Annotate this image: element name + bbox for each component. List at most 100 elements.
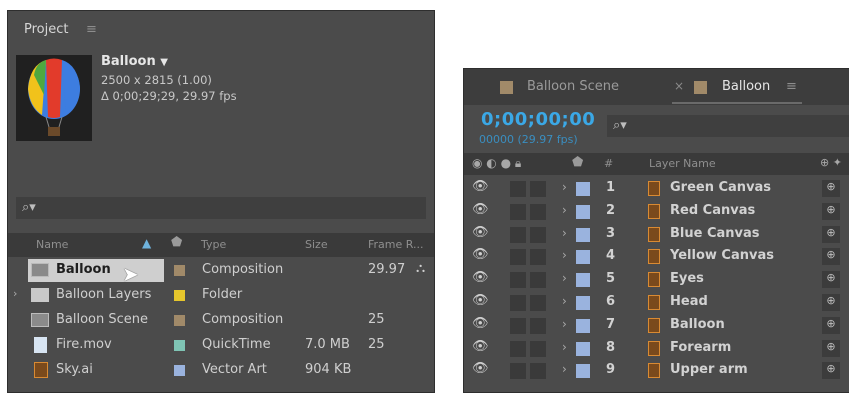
column-frame-rate[interactable]: Frame R... bbox=[368, 238, 424, 251]
shy-switch-icon[interactable]: ⊕ bbox=[822, 362, 840, 380]
shy-switch-icon[interactable]: ⊕ bbox=[822, 316, 840, 334]
layer-name[interactable]: Forearm bbox=[670, 340, 731, 355]
layer-label-color[interactable] bbox=[576, 250, 590, 265]
solo-switch[interactable] bbox=[510, 249, 526, 266]
eye-visibility-icon[interactable]: 👁︎ bbox=[472, 339, 489, 354]
item-label[interactable] bbox=[174, 340, 185, 351]
panel-title[interactable]: Project bbox=[24, 22, 68, 37]
layer-row[interactable]: 👁︎ › 6 Head ⊕ bbox=[464, 291, 849, 314]
expand-arrow-icon[interactable]: › bbox=[562, 271, 567, 285]
project-item-row[interactable]: Balloon Composition 29.97 ⛬ ➤ bbox=[8, 258, 434, 286]
item-label[interactable] bbox=[174, 315, 185, 326]
expand-arrow-icon[interactable]: › bbox=[562, 248, 567, 262]
timeline-search-input[interactable]: ⌕▾ bbox=[607, 115, 849, 137]
lock-switch[interactable] bbox=[530, 226, 546, 243]
expand-arrow-icon[interactable]: › bbox=[13, 287, 17, 300]
project-item-row[interactable]: Balloon Scene Composition 25 bbox=[8, 308, 434, 333]
solo-switch[interactable] bbox=[510, 340, 526, 357]
av-switches-icon[interactable]: ◉ ◐ ● 🔒︎ bbox=[472, 156, 521, 171]
lock-switch[interactable] bbox=[530, 249, 546, 266]
layer-row[interactable]: 👁︎ › 5 Eyes ⊕ bbox=[464, 268, 849, 291]
column-number[interactable]: # bbox=[604, 157, 613, 170]
solo-switch[interactable] bbox=[510, 203, 526, 220]
layer-row[interactable]: 👁︎ › 4 Yellow Canvas ⊕ bbox=[464, 245, 849, 268]
expand-arrow-icon[interactable]: › bbox=[562, 226, 567, 240]
lock-switch[interactable] bbox=[530, 317, 546, 334]
lock-switch[interactable] bbox=[530, 295, 546, 311]
layer-name[interactable]: Balloon bbox=[670, 317, 725, 332]
eye-visibility-icon[interactable]: 👁︎ bbox=[472, 225, 489, 240]
dropdown-arrow-icon[interactable]: ▼ bbox=[160, 57, 168, 68]
label-tag-icon[interactable]: ⬟ bbox=[572, 155, 583, 170]
layer-label-color[interactable] bbox=[576, 296, 590, 310]
shy-switch-icon[interactable]: ⊕ bbox=[822, 339, 840, 357]
item-label[interactable] bbox=[174, 265, 185, 276]
shy-switch-icon[interactable]: ⊕ bbox=[822, 248, 840, 266]
solo-switch[interactable] bbox=[510, 317, 526, 334]
layer-label-color[interactable] bbox=[576, 318, 590, 333]
solo-switch[interactable] bbox=[510, 272, 526, 289]
close-tab-icon[interactable]: × bbox=[674, 79, 684, 93]
expand-arrow-icon[interactable]: › bbox=[562, 203, 567, 217]
column-name[interactable]: Name bbox=[36, 238, 68, 251]
eye-visibility-icon[interactable]: 👁︎ bbox=[472, 270, 489, 285]
project-item-row[interactable]: Fire.mov QuickTime 7.0 MB 25 bbox=[8, 333, 434, 358]
layer-row[interactable]: 👁︎ › 8 Forearm ⊕ bbox=[464, 337, 849, 360]
project-search-input[interactable]: ⌕▾ bbox=[16, 197, 426, 219]
expand-arrow-icon[interactable]: › bbox=[562, 340, 567, 354]
eye-visibility-icon[interactable]: 👁︎ bbox=[472, 247, 489, 262]
lock-switch[interactable] bbox=[530, 181, 546, 197]
solo-switch[interactable] bbox=[510, 181, 526, 197]
layer-label-color[interactable] bbox=[576, 364, 590, 379]
solo-switch[interactable] bbox=[510, 295, 526, 311]
project-item-row[interactable]: Sky.ai Vector Art 904 KB bbox=[8, 358, 434, 383]
lock-switch[interactable] bbox=[530, 340, 546, 357]
layer-name[interactable]: Head bbox=[670, 294, 708, 309]
layer-row[interactable]: 👁︎ › 3 Blue Canvas ⊕ bbox=[464, 223, 849, 246]
flowchart-icon[interactable]: ⛬ bbox=[416, 261, 425, 276]
layer-label-color[interactable] bbox=[576, 227, 590, 242]
panel-menu-icon[interactable]: ≡ bbox=[786, 79, 797, 94]
expand-arrow-icon[interactable]: › bbox=[562, 362, 567, 376]
switches-icon[interactable]: ⊕ ✦ bbox=[820, 156, 842, 169]
project-item-row[interactable]: › Balloon Layers Folder bbox=[8, 283, 434, 308]
expand-arrow-icon[interactable]: › bbox=[562, 294, 567, 308]
eye-visibility-icon[interactable]: 👁︎ bbox=[472, 316, 489, 331]
layer-name[interactable]: Eyes bbox=[670, 271, 704, 286]
layer-name[interactable]: Yellow Canvas bbox=[670, 248, 774, 263]
shy-switch-icon[interactable]: ⊕ bbox=[822, 294, 840, 311]
shy-switch-icon[interactable]: ⊕ bbox=[822, 225, 840, 243]
sort-arrow-icon[interactable]: ▲ bbox=[142, 236, 151, 250]
tab-balloon-scene[interactable]: Balloon Scene bbox=[527, 79, 619, 94]
column-layer-name[interactable]: Layer Name bbox=[649, 157, 716, 170]
eye-visibility-icon[interactable]: 👁︎ bbox=[472, 179, 489, 194]
layer-label-color[interactable] bbox=[576, 341, 590, 356]
layer-row[interactable]: 👁︎ › 1 Green Canvas ⊕ bbox=[464, 177, 849, 200]
layer-row[interactable]: 👁︎ › 7 Balloon ⊕ bbox=[464, 314, 849, 337]
eye-visibility-icon[interactable]: 👁︎ bbox=[472, 293, 489, 308]
solo-switch[interactable] bbox=[510, 226, 526, 243]
label-tag-icon[interactable]: ⬟ bbox=[171, 235, 182, 250]
eye-visibility-icon[interactable]: 👁︎ bbox=[472, 361, 489, 376]
shy-switch-icon[interactable]: ⊕ bbox=[822, 180, 840, 197]
eye-visibility-icon[interactable]: 👁︎ bbox=[472, 202, 489, 217]
layer-name[interactable]: Red Canvas bbox=[670, 203, 755, 218]
column-type[interactable]: Type bbox=[201, 238, 226, 251]
shy-switch-icon[interactable]: ⊕ bbox=[822, 271, 840, 289]
expand-arrow-icon[interactable]: › bbox=[562, 317, 567, 331]
layer-name[interactable]: Blue Canvas bbox=[670, 226, 760, 241]
layer-row[interactable]: 👁︎ › 9 Upper arm ⊕ bbox=[464, 359, 849, 382]
lock-switch[interactable] bbox=[530, 363, 546, 380]
column-size[interactable]: Size bbox=[305, 238, 328, 251]
solo-switch[interactable] bbox=[510, 363, 526, 380]
panel-menu-icon[interactable]: ≡ bbox=[86, 22, 97, 37]
layer-row[interactable]: 👁︎ › 2 Red Canvas ⊕ bbox=[464, 200, 849, 223]
layer-label-color[interactable] bbox=[576, 204, 590, 219]
current-timecode[interactable]: 0;00;00;00 bbox=[481, 109, 595, 130]
layer-label-color[interactable] bbox=[576, 182, 590, 196]
layer-name[interactable]: Upper arm bbox=[670, 362, 748, 377]
shy-switch-icon[interactable]: ⊕ bbox=[822, 202, 840, 220]
item-label[interactable] bbox=[174, 365, 185, 376]
expand-arrow-icon[interactable]: › bbox=[562, 180, 567, 194]
layer-name[interactable]: Green Canvas bbox=[670, 180, 771, 195]
